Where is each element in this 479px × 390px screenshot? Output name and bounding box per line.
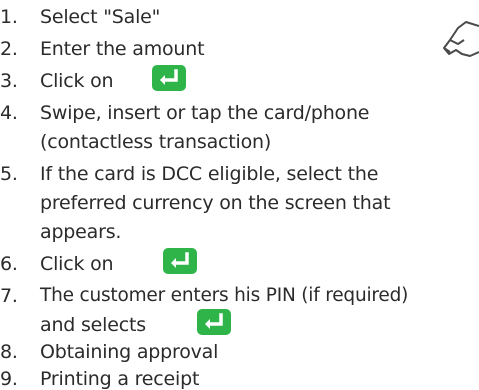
step-text: Obtaining approval (40, 341, 219, 363)
step-text: Swipe, insert or tap the card/phone (40, 102, 370, 124)
step-text: appears. (40, 221, 122, 243)
step-number: 1. (0, 6, 18, 28)
enter-key-icon (163, 248, 197, 274)
step-text: preferred currency on the screen that (40, 192, 391, 214)
step-text: Click on (40, 70, 114, 92)
card-tap-icon (440, 18, 479, 73)
enter-key-icon (197, 309, 231, 335)
step-text: Enter the amount (40, 38, 205, 60)
step-number: 8. (0, 341, 18, 363)
step-number: 6. (0, 253, 18, 275)
step-text: Click on (40, 253, 114, 275)
step-number: 5. (0, 163, 18, 185)
enter-key-icon (152, 65, 186, 91)
step-number: 3. (0, 70, 18, 92)
step-text: If the card is DCC eligible, select the (40, 163, 379, 185)
step-number: 2. (0, 38, 18, 60)
step-text: (contactless transaction) (40, 131, 272, 153)
step-text: and selects (40, 314, 146, 336)
step-number: 4. (0, 102, 18, 124)
step-text: Select "Sale" (40, 6, 161, 28)
step-number: 7. (0, 285, 18, 307)
step-text: The customer enters his PIN (if required… (40, 285, 409, 306)
